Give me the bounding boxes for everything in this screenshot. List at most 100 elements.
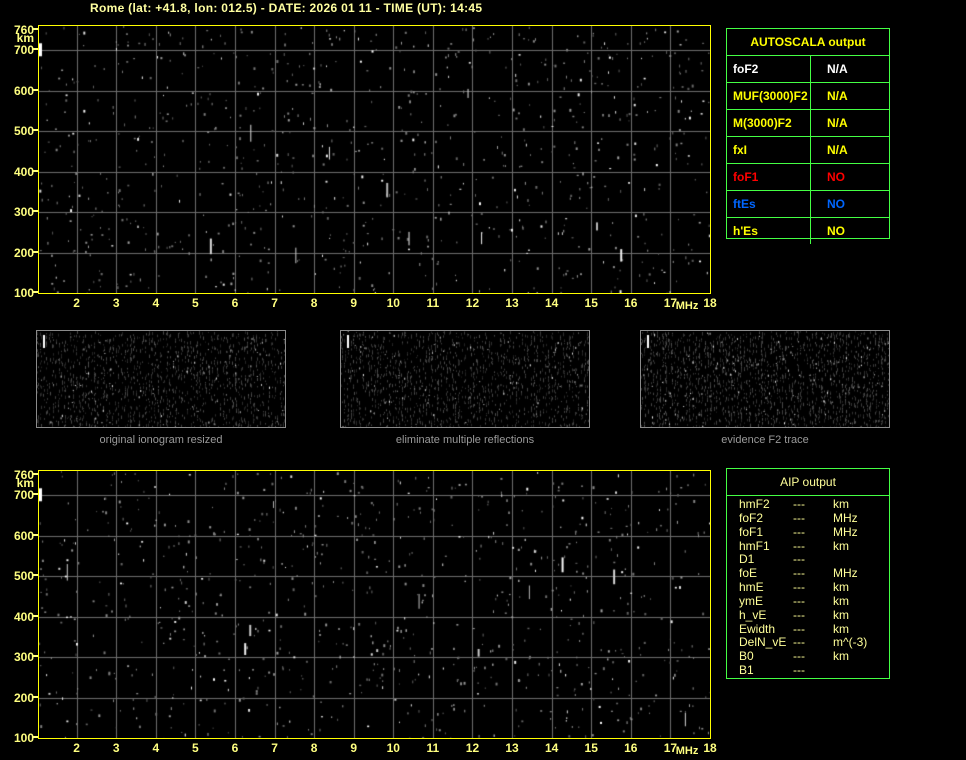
x-axis-tick-label: 10 [386, 741, 400, 755]
aip-table-row: foF2 --- MHz [727, 510, 889, 526]
x-axis-tick-label: 18 [703, 741, 717, 755]
x-axis-tick-label: 13 [505, 296, 519, 310]
autoscala-output-table: AUTOSCALA output foF2 N/A MUF(3000)F2 N/A M(… [726, 28, 890, 244]
y-axis-tick-mark [33, 88, 38, 91]
y-axis-tick-label: 300 [13, 205, 34, 220]
x-axis-tick-label: 5 [192, 741, 199, 755]
y-axis-tick-label: 200 [13, 245, 34, 260]
aip-parameter-unit: MHz [833, 510, 858, 525]
parameter-value: NO [827, 224, 845, 238]
y-axis-tick-mark [33, 493, 38, 496]
aip-table-row: hmF2 --- km [727, 497, 889, 512]
parameter-label: foF1 [727, 164, 811, 190]
aip-table-row: hmE --- km [727, 580, 889, 595]
aip-parameter-value: --- [793, 607, 805, 622]
x-axis-tick-label: 8 [310, 741, 318, 755]
parameter-label: fxI [727, 137, 811, 163]
autoscala-table-title: AUTOSCALA output [750, 35, 866, 49]
aip-parameter-unit: km [833, 621, 849, 636]
aip-parameter-label: B1 [739, 663, 754, 678]
autoscala-table-row: M(3000)F2 N/A [727, 109, 889, 136]
x-axis-tick-label: 11 [426, 741, 440, 755]
x-axis-unit-label: MHz [675, 300, 699, 312]
x-axis-tick-label: 6 [231, 296, 239, 310]
y-axis-tick-label: 500 [13, 569, 34, 584]
aip-parameter-unit [833, 553, 889, 567]
x-axis-tick-label: 7 [271, 296, 278, 310]
y-axis-tick-mark [33, 28, 38, 30]
y-axis-tick-mark [33, 695, 38, 698]
thumbnail-original-ionogram [36, 330, 286, 428]
window-title: Rome (lat: +41.8, lon: 012.5) - DATE: 20… [90, 1, 483, 15]
aip-table-row: DelN_vE --- m^(-3) [727, 636, 889, 650]
x-axis-tick-label: 13 [505, 741, 519, 755]
y-axis-tick-mark [33, 291, 38, 293]
aip-parameter-value: --- [793, 497, 805, 511]
thumbnail-original-canvas [37, 331, 285, 427]
aip-parameter-label: foE [739, 566, 758, 581]
aip-parameter-label: hmF1 [739, 538, 770, 553]
ionogram-secondary-canvas [39, 471, 710, 738]
aip-parameter-unit: km [833, 649, 849, 664]
x-axis-tick-label: 12 [465, 296, 480, 310]
y-axis-tick-mark [33, 210, 38, 213]
aip-parameter-value: --- [793, 524, 805, 539]
aip-parameter-value: --- [793, 538, 805, 553]
x-axis-tick-label: 14 [544, 741, 559, 755]
x-axis-tick-label: 8 [310, 296, 318, 310]
y-axis-tick-label: 500 [13, 124, 34, 139]
aip-parameter-label: h_vE [739, 607, 767, 622]
y-axis-tick-mark [33, 48, 38, 51]
aip-parameter-value: --- [793, 510, 805, 525]
aip-table-row: B0 --- km [727, 650, 889, 664]
aip-parameter-value: --- [793, 593, 805, 608]
aip-parameter-unit: m^(-3) [833, 635, 868, 650]
aip-table-row: hmF1 --- km [727, 538, 889, 554]
autoscala-table-row: h'Es NO [727, 217, 889, 244]
y-axis-tick-mark [33, 614, 38, 617]
y-axis-tick-mark [33, 169, 38, 172]
aip-parameter-unit: MHz [833, 524, 858, 539]
aip-table-row: h_vE --- km [727, 607, 889, 623]
y-axis-unit-label: km [16, 30, 34, 45]
aip-table-row: B1 --- [727, 663, 889, 678]
aip-parameter-value: --- [793, 621, 805, 636]
aip-parameter-value: --- [793, 663, 805, 678]
aip-output-table: AIP output hmF2 --- km foF2 --- MHz foF1 --- MHz… [726, 468, 890, 679]
x-axis-tick-label: 15 [584, 296, 598, 310]
autoscala-table-rows: foF2 N/A MUF(3000)F2 N/A M(3000)F2 N/A fxI N/A f… [727, 55, 889, 244]
aip-parameter-value: --- [793, 635, 805, 650]
y-axis-tick-mark [33, 473, 38, 475]
parameter-label: ftEs [727, 191, 811, 217]
aip-parameter-label: D1 [739, 552, 755, 567]
aip-parameter-unit [833, 664, 889, 678]
x-axis-tick-label: 9 [350, 296, 358, 310]
aip-parameter-label: foF2 [739, 510, 764, 525]
y-axis-tick-label: 400 [13, 609, 34, 624]
y-axis-tick-label: 600 [13, 528, 34, 543]
parameter-label: h'Es [727, 218, 811, 244]
aip-table-row: ymE --- km [727, 593, 889, 609]
y-axis-tick-label: 700 [13, 488, 34, 503]
autoscala-table-row: fxI N/A [727, 136, 889, 163]
thumbnail-evidence-canvas [641, 331, 889, 427]
y-axis-tick-mark [33, 533, 38, 536]
autoscala-table-row: MUF(3000)F2 N/A [727, 82, 889, 109]
aip-parameter-unit: km [833, 538, 849, 553]
parameter-label: MUF(3000)F2 [727, 83, 811, 109]
y-axis-tick-mark [33, 574, 38, 577]
aip-parameter-label: B0 [739, 649, 754, 664]
aip-parameter-label: foF1 [739, 524, 764, 539]
thumbnail-evidence-caption: evidence F2 trace [721, 434, 809, 446]
x-axis-tick-label: 16 [624, 741, 638, 755]
x-axis-tick-label: 6 [231, 741, 239, 755]
parameter-value: N/A [827, 143, 848, 157]
thumbnail-eliminate-canvas [341, 331, 589, 427]
aip-table-row: foE --- MHz [727, 567, 889, 581]
autoscala-table-row: ftEs NO [727, 190, 889, 217]
y-axis-tick-mark [33, 655, 38, 658]
thumbnail-eliminate-caption: eliminate multiple reflections [395, 434, 535, 446]
x-axis-tick-label: 11 [426, 296, 440, 310]
y-axis-unit-label: km [16, 475, 34, 490]
y-axis-tick-label: 600 [13, 83, 34, 98]
